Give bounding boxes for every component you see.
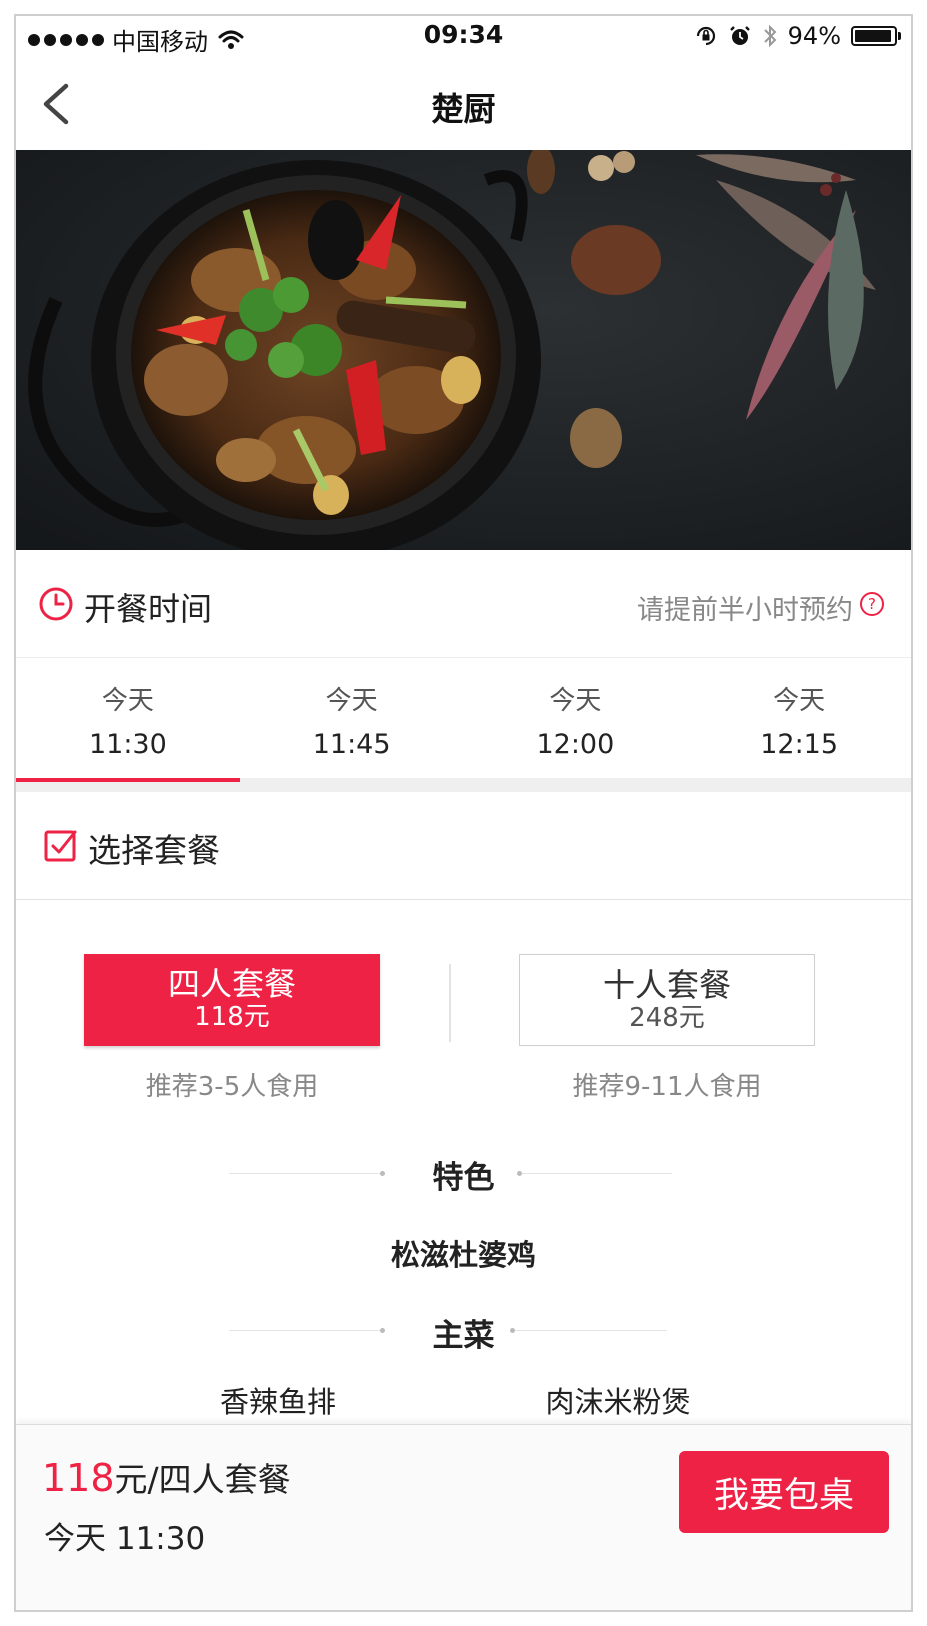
time-slot-tab[interactable]: 今天 12:00 bbox=[464, 658, 688, 780]
package-price: 248元 bbox=[629, 1003, 705, 1033]
time-slot-time: 12:00 bbox=[536, 729, 615, 760]
package-option-four-person[interactable]: 四人套餐 118元 bbox=[84, 954, 380, 1046]
battery-percent: 94% bbox=[787, 22, 841, 50]
package-header: 选择套餐 bbox=[16, 792, 911, 900]
battery-icon bbox=[851, 26, 901, 46]
serve-time-title: 开餐时间 bbox=[84, 590, 213, 628]
package-divider bbox=[449, 964, 451, 1042]
time-slot-tab[interactable]: 今天 11:45 bbox=[240, 658, 464, 780]
package-recommendation: 推荐9-11人食用 bbox=[572, 1072, 762, 1102]
time-slot-day: 今天 bbox=[325, 686, 378, 716]
section-divider-line bbox=[515, 1330, 667, 1331]
order-summary: 118元/四人套餐 bbox=[42, 1453, 291, 1501]
package-name: 四人套餐 bbox=[167, 965, 296, 1003]
specialty-dish: 松滋杜婆鸡 bbox=[390, 1238, 536, 1272]
package-recommendation: 推荐3-5人食用 bbox=[145, 1072, 319, 1102]
clock-icon bbox=[39, 587, 73, 621]
time-slot-tab[interactable]: 今天 11:30 bbox=[16, 658, 240, 780]
alarm-icon bbox=[729, 26, 750, 45]
bottom-order-bar: 118元/四人套餐 今天 11:30 我要包桌 bbox=[16, 1424, 911, 1610]
package-price: 118元 bbox=[194, 1002, 270, 1032]
svg-text:?: ? bbox=[868, 595, 876, 613]
time-slot-day: 今天 bbox=[549, 686, 602, 716]
order-price: 118 bbox=[42, 1456, 115, 1500]
time-slot-day: 今天 bbox=[773, 686, 826, 716]
status-right: 94% bbox=[694, 22, 901, 50]
order-price-suffix: 元/四人套餐 bbox=[114, 1460, 291, 1499]
book-table-button[interactable]: 我要包桌 bbox=[679, 1451, 889, 1533]
main-section-title: 主菜 bbox=[432, 1318, 495, 1354]
time-slot-tab[interactable]: 今天 12:15 bbox=[687, 658, 911, 780]
main-dish: 香辣鱼排 bbox=[219, 1385, 336, 1419]
help-icon[interactable]: ? bbox=[859, 591, 885, 617]
section-divider-line bbox=[522, 1173, 672, 1174]
hero-food-photo bbox=[16, 150, 911, 550]
checkbox-checked-icon bbox=[44, 830, 77, 862]
hero-image bbox=[16, 150, 911, 550]
time-slot-tabs: 今天 11:30 今天 11:45 今天 12:00 今天 12:15 bbox=[16, 658, 911, 780]
package-title: 选择套餐 bbox=[88, 831, 220, 870]
time-slot-time: 12:15 bbox=[760, 729, 839, 760]
reservation-hint[interactable]: 请提前半小时预约 bbox=[637, 588, 853, 627]
order-time: 今天 11:30 bbox=[44, 1521, 206, 1557]
nav-bar: 楚厨 bbox=[16, 62, 911, 150]
time-slot-time: 11:30 bbox=[88, 729, 167, 760]
status-bar: 中国移动 09:34 94% bbox=[16, 16, 911, 60]
main-dish: 肉沫米粉煲 bbox=[545, 1385, 691, 1419]
package-name: 十人套餐 bbox=[602, 966, 731, 1004]
tab-rail bbox=[16, 778, 911, 792]
specialty-section-title: 特色 bbox=[432, 1160, 495, 1196]
bluetooth-icon bbox=[763, 24, 777, 48]
rotation-lock-icon bbox=[696, 26, 715, 46]
package-option-ten-person[interactable]: 十人套餐 248元 bbox=[519, 954, 815, 1046]
time-slot-day: 今天 bbox=[101, 686, 154, 716]
selected-tab-indicator bbox=[16, 778, 240, 782]
phone-screen: 中国移动 09:34 94% 楚厨 开餐时间 请提前半小时预约 ? 今天 11:… bbox=[14, 14, 913, 1612]
serve-time-header: 开餐时间 请提前半小时预约 ? bbox=[16, 550, 911, 658]
time-slot-time: 11:45 bbox=[312, 729, 391, 760]
page-title: 楚厨 bbox=[431, 90, 496, 128]
